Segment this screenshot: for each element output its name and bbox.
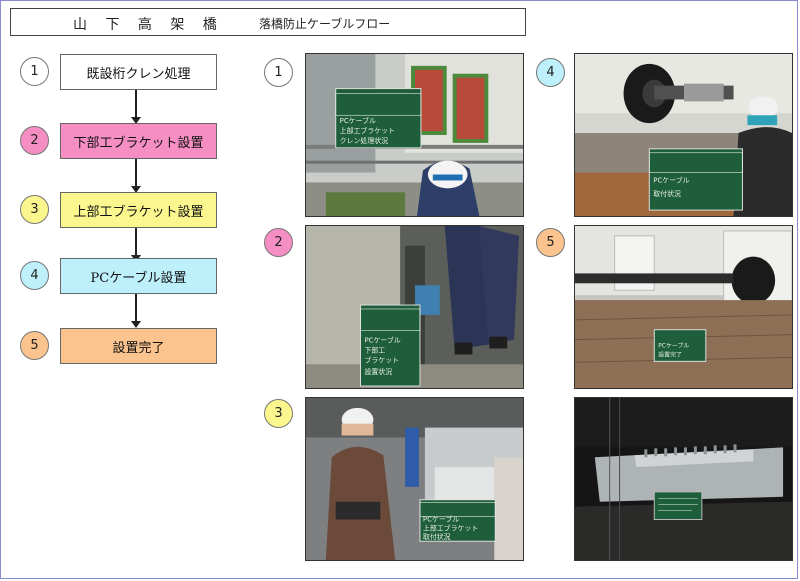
photo-2-board-line-1: PCケーブル xyxy=(364,336,400,345)
page-subtitle: 落橋防止ケーブルフロー xyxy=(259,17,391,31)
photo-3-board-line-2: 上部工ブラケット xyxy=(423,523,478,532)
flow-step-2-number: 2 xyxy=(20,126,49,155)
photo-marker-3: 3 xyxy=(264,399,293,428)
flow-step-3-number: 3 xyxy=(20,195,49,224)
flow-arrow-3 xyxy=(131,228,141,262)
photo-4-cable-install: PCケーブル 取付状況 xyxy=(574,53,793,217)
flow-arrow-1 xyxy=(131,90,141,124)
flow-arrow-2 xyxy=(131,159,141,193)
flow-step-3: 上部工ブラケット設置 xyxy=(60,192,217,228)
photo-6-night-view xyxy=(574,397,793,561)
photo-3-board-line-3: 取付状況 xyxy=(423,532,451,541)
photo-2-board-line-3: ブラケット xyxy=(364,355,399,364)
photo-3-board-line-1: PCケーブル xyxy=(423,514,459,523)
photo-1-board-line-2: 上部工ブラケット xyxy=(340,126,395,135)
photo-1-board-line-3: クレン処理状況 xyxy=(340,136,389,145)
flow-step-2: 下部工ブラケット設置 xyxy=(60,123,217,159)
photo-marker-5: 5 xyxy=(536,228,565,257)
photo-5-board-line-2: 設置完了 xyxy=(658,350,682,358)
photo-2-board-line-4: 設置状況 xyxy=(364,367,392,376)
photo-marker-1: 1 xyxy=(264,58,293,87)
flow-step-5-number: 5 xyxy=(20,331,49,360)
photo-marker-2: 2 xyxy=(264,228,293,257)
page-title: 山 下 高 架 橋 xyxy=(73,17,224,33)
photo-1-board-line-1: PCケーブル xyxy=(340,116,376,125)
photo-4-board-line-2: 取付状況 xyxy=(653,189,681,198)
flow-step-1: 既設桁クレン処理 xyxy=(60,54,217,90)
photo-5-board-line-1: PCケーブル xyxy=(658,342,689,350)
photo-2-board-line-2: 下部工 xyxy=(364,345,385,354)
photo-5-installed: PCケーブル 設置完了 xyxy=(574,225,793,389)
photo-marker-4: 4 xyxy=(536,58,565,87)
photo-3-upper-bracket: PCケーブル 上部工ブラケット 取付状況 xyxy=(305,397,524,561)
flow-step-4-number: 4 xyxy=(20,261,49,290)
photo-4-board-line-1: PCケーブル xyxy=(653,175,689,184)
title-box: 山 下 高 架 橋 落橋防止ケーブルフロー xyxy=(10,8,526,36)
photo-1-crane-treatment: PCケーブル 上部工ブラケット クレン処理状況 xyxy=(305,53,524,217)
flow-arrow-4 xyxy=(131,294,141,328)
flow-step-5: 設置完了 xyxy=(60,328,217,364)
photo-2-lower-bracket: PCケーブル 下部工 ブラケット 設置状況 xyxy=(305,225,524,389)
flow-step-1-number: 1 xyxy=(20,57,49,86)
flow-step-4: PCケーブル設置 xyxy=(60,258,217,294)
